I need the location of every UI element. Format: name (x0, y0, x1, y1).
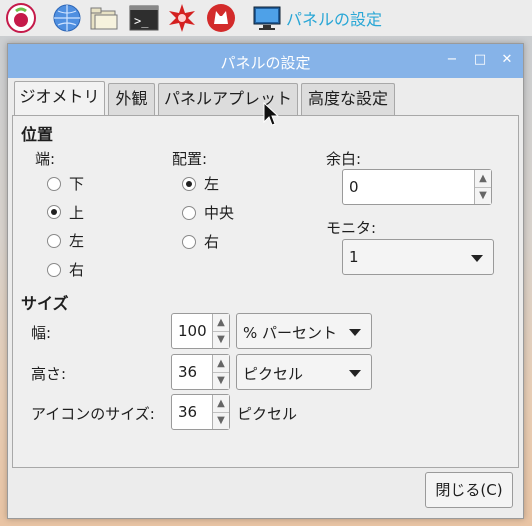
width-label: 幅: (31, 324, 52, 342)
width-spin-arrows: ▲ ▼ (212, 314, 229, 348)
edge-option-label: 左 (69, 232, 85, 250)
spin-up-icon[interactable]: ▲ (475, 170, 491, 188)
spin-up-icon[interactable]: ▲ (213, 355, 229, 373)
edge-radio-right[interactable] (47, 263, 61, 277)
icon-size-spin-arrows: ▲ ▼ (212, 395, 229, 429)
close-icon[interactable]: ✕ (497, 50, 517, 70)
close-button[interactable]: 閉じる(C) (425, 472, 513, 508)
edge-radio-bottom[interactable] (47, 177, 61, 191)
alignment-radio-right[interactable] (182, 235, 196, 249)
margin-value: 0 (349, 178, 359, 196)
alignment-option-label: 右 (204, 233, 220, 251)
spin-down-icon[interactable]: ▼ (213, 412, 229, 429)
height-unit-value: ピクセル (243, 365, 304, 383)
margin-spin-arrows: ▲ ▼ (474, 170, 491, 204)
edge-option-label: 上 (69, 204, 85, 222)
width-spinbox[interactable]: 100 ▲ ▼ (171, 313, 230, 349)
window-titlebar[interactable]: パネルの設定 − □ ✕ (8, 44, 523, 78)
height-label: 高さ: (31, 365, 67, 383)
tab-advanced[interactable]: 高度な設定 (301, 83, 395, 115)
margin-label: 余白: (326, 150, 362, 168)
width-unit-value: % パーセント (243, 324, 338, 342)
alignment-radio-left[interactable] (182, 177, 196, 191)
svg-text:>_: >_ (134, 14, 149, 28)
chevron-down-icon (349, 370, 361, 377)
edge-option-label: 右 (69, 261, 85, 279)
minimize-icon[interactable]: − (442, 50, 462, 70)
alignment-option-label: 左 (204, 175, 220, 193)
edge-option-label: 下 (69, 175, 85, 193)
taskbar-window-title[interactable]: パネルの設定 (286, 6, 382, 30)
tab-appearance[interactable]: 外観 (108, 83, 155, 115)
edge-radio-top[interactable] (47, 205, 61, 219)
alignment-option-label: 中央 (204, 204, 235, 222)
size-heading: サイズ (21, 294, 69, 313)
height-spin-arrows: ▲ ▼ (212, 355, 229, 389)
height-unit-select[interactable]: ピクセル (236, 354, 372, 390)
mathematica-icon[interactable] (167, 3, 197, 33)
spin-up-icon[interactable]: ▲ (213, 395, 229, 413)
file-manager-icon[interactable] (89, 3, 119, 33)
tab-geometry[interactable]: ジオメトリ (14, 81, 105, 116)
maximize-icon[interactable]: □ (470, 50, 490, 70)
wolfram-icon[interactable] (206, 3, 236, 33)
width-value: 100 (178, 322, 207, 340)
monitor-label: モニタ: (326, 219, 377, 237)
position-heading: 位置 (21, 125, 54, 144)
width-unit-select[interactable]: % パーセント (236, 313, 372, 349)
raspberry-menu-icon[interactable] (6, 3, 36, 33)
spin-up-icon[interactable]: ▲ (213, 314, 229, 332)
chevron-down-icon (471, 255, 483, 262)
height-spinbox[interactable]: 36 ▲ ▼ (171, 354, 230, 390)
icon-size-label: アイコンのサイズ: (31, 405, 155, 423)
icon-size-unit-label: ピクセル (237, 405, 298, 423)
chevron-down-icon (349, 329, 361, 336)
edge-label: 端: (35, 150, 56, 168)
edge-radio-left[interactable] (47, 234, 61, 248)
mouse-cursor-icon (263, 102, 279, 126)
terminal-icon[interactable]: >_ (129, 3, 159, 33)
height-value: 36 (178, 363, 198, 381)
monitor-select[interactable]: 1 (342, 239, 494, 275)
alignment-radio-center[interactable] (182, 206, 196, 220)
spin-down-icon[interactable]: ▼ (213, 372, 229, 389)
panel-settings-window: パネルの設定 − □ ✕ ジオメトリ 外観 パネルアプレット 高度な設定 位置 … (7, 43, 524, 519)
icon-size-spinbox[interactable]: 36 ▲ ▼ (171, 394, 230, 430)
geometry-panel: 位置 端: 下 上 左 右 配置: 左 中央 右 余白: 0 ▲ ▼ モニタ: (12, 115, 519, 468)
margin-spinbox[interactable]: 0 ▲ ▼ (342, 169, 492, 205)
taskbar: >_ パネルの設定 (0, 0, 532, 36)
alignment-label: 配置: (172, 150, 208, 168)
spin-down-icon[interactable]: ▼ (213, 331, 229, 348)
spin-down-icon[interactable]: ▼ (475, 187, 491, 204)
icon-size-value: 36 (178, 403, 198, 421)
web-browser-icon[interactable] (52, 3, 82, 33)
panel-settings-icon[interactable] (252, 3, 282, 33)
monitor-value: 1 (349, 248, 359, 266)
